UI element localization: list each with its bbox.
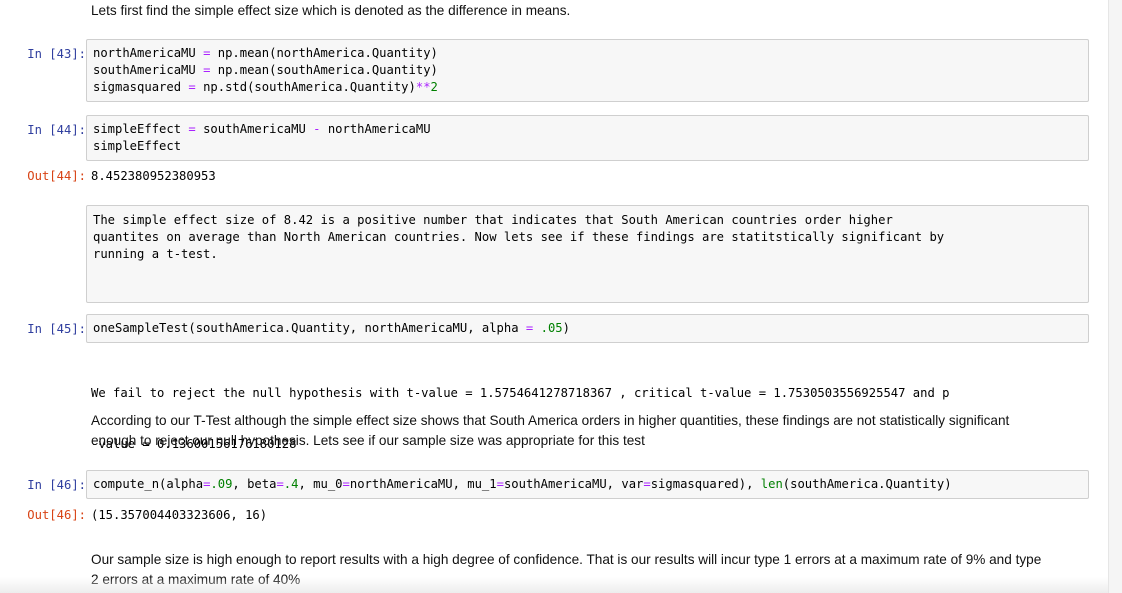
code-cell-46[interactable]: compute_n(alpha=.09, beta=.4, mu_0=north… xyxy=(86,470,1089,499)
code-token: compute_n(alpha xyxy=(93,477,204,491)
code-token: .09 xyxy=(210,477,233,491)
markdown-cell-ttest[interactable]: According to our T-Test although the sim… xyxy=(91,411,1009,451)
code-token: = xyxy=(276,477,284,491)
raw-text-line: The simple effect size of 8.42 is a posi… xyxy=(93,213,893,227)
output-result-44: 8.452380952380953 xyxy=(91,169,216,183)
output-prompt-46: Out[46]: xyxy=(27,508,86,522)
stdout-line: We fail to reject the null hypothesis wi… xyxy=(91,386,950,400)
code-token: southAmericaMU, var xyxy=(503,477,644,491)
code-token: 2 xyxy=(430,80,438,94)
code-token: .4 xyxy=(283,477,299,491)
raw-text-line: running a t-test. xyxy=(93,247,218,261)
code-token: southAmericaMU xyxy=(195,122,314,136)
input-prompt-45: In [45]: xyxy=(27,322,86,336)
code-line: compute_n(alpha=.09, beta=.4, mu_0=north… xyxy=(93,476,1082,493)
code-token: np.mean(southAmerica.Quantity) xyxy=(210,63,438,77)
markdown-cell-intro[interactable]: Lets first find the simple effect size w… xyxy=(91,1,570,21)
code-token: = xyxy=(496,477,504,491)
code-token: northAmericaMU xyxy=(320,122,431,136)
code-token: = xyxy=(188,122,196,136)
code-token: ) xyxy=(562,321,570,335)
code-token: , mu_0 xyxy=(298,477,343,491)
code-token: , beta xyxy=(232,477,277,491)
code-token: simpleEffect xyxy=(93,122,189,136)
code-token: (southAmerica.Quantity) xyxy=(782,477,952,491)
markdown-text: Lets first find the simple effect size w… xyxy=(91,3,571,18)
code-token: ** xyxy=(415,80,431,94)
code-token: northAmericaMU xyxy=(93,46,204,60)
code-line: southAmericaMU = np.mean(southAmerica.Qu… xyxy=(93,62,1082,79)
bottom-fade xyxy=(0,577,1108,593)
raw-text-line: quantites on average than North American… xyxy=(93,230,945,244)
scrollbar-track[interactable] xyxy=(1108,0,1122,593)
input-prompt-46: In [46]: xyxy=(27,478,86,492)
code-token: = xyxy=(188,80,196,94)
code-token: = xyxy=(643,477,651,491)
input-prompt-44: In [44]: xyxy=(27,123,86,137)
code-cell-44[interactable]: simpleEffect = southAmericaMU - northAme… xyxy=(86,115,1089,161)
code-token: sigmasquared xyxy=(93,80,189,94)
code-token: simpleEffect xyxy=(93,139,182,153)
input-prompt-43: In [43]: xyxy=(27,47,86,61)
code-line: oneSampleTest(southAmerica.Quantity, nor… xyxy=(93,320,1082,337)
code-token: northAmericaMU, mu_1 xyxy=(349,477,497,491)
code-token: .05 xyxy=(540,321,563,335)
code-cell-43[interactable]: northAmericaMU = np.mean(northAmerica.Qu… xyxy=(86,39,1089,102)
code-line: simpleEffect = southAmericaMU - northAme… xyxy=(93,121,1082,138)
code-token: np.mean(northAmerica.Quantity) xyxy=(210,46,438,60)
code-token: len xyxy=(760,477,783,491)
code-token: np.std(southAmerica.Quantity) xyxy=(195,80,416,94)
code-token: southAmericaMU xyxy=(93,63,204,77)
output-prompt-44: Out[44]: xyxy=(27,169,86,183)
code-line: simpleEffect xyxy=(93,138,1082,155)
markdown-text: According to our T-Test although the sim… xyxy=(91,413,1010,428)
code-token: sigmasquared), xyxy=(650,477,761,491)
notebook: Lets first find the simple effect size w… xyxy=(0,0,1108,593)
output-result-46: (15.357004403323606, 16) xyxy=(91,508,268,522)
code-line: sigmasquared = np.std(southAmerica.Quant… xyxy=(93,79,1082,96)
code-token: = xyxy=(342,477,350,491)
raw-text-cell[interactable]: The simple effect size of 8.42 is a posi… xyxy=(86,205,1089,303)
code-token: oneSampleTest(southAmerica.Quantity, nor… xyxy=(93,321,526,335)
markdown-text: enough to reject our null hypothesis. Le… xyxy=(91,433,645,448)
code-line: northAmericaMU = np.mean(northAmerica.Qu… xyxy=(93,45,1082,62)
code-cell-45[interactable]: oneSampleTest(southAmerica.Quantity, nor… xyxy=(86,314,1089,343)
markdown-text: Our sample size is high enough to report… xyxy=(91,552,1042,567)
